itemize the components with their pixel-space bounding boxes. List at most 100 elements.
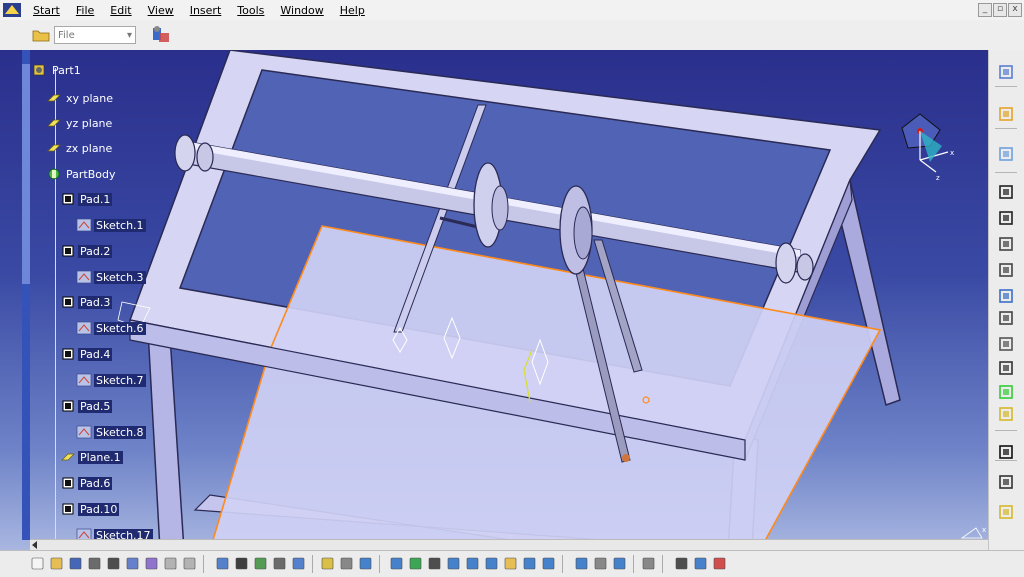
toolbar-separator — [203, 555, 204, 573]
zoom-in-icon[interactable] — [465, 556, 480, 571]
layer-icon[interactable] — [641, 556, 656, 571]
menu-window[interactable]: Window — [272, 4, 331, 17]
close-button[interactable]: x — [1008, 3, 1022, 17]
select-icon[interactable] — [997, 106, 1015, 122]
fly-mode-icon[interactable] — [389, 556, 404, 571]
swap-visible-icon[interactable] — [612, 556, 627, 571]
copy-icon[interactable] — [125, 556, 140, 571]
tree-node-pad-10[interactable]: Pad.10 — [60, 501, 120, 517]
open-icon[interactable] — [49, 556, 64, 571]
compass-icon[interactable]: x z — [890, 110, 960, 190]
save-icon[interactable] — [68, 556, 83, 571]
menu-tools[interactable]: Tools — [229, 4, 272, 17]
tree-node-plane-1[interactable]: Plane.1 — [60, 449, 123, 465]
tree-node-label: Plane.1 — [78, 450, 123, 464]
paste-icon[interactable] — [144, 556, 159, 571]
menu-help[interactable]: Help — [332, 4, 373, 17]
iso-view-icon[interactable] — [541, 556, 556, 571]
tree-node-label: Part1 — [52, 63, 81, 77]
tree-node-sketch-3[interactable]: Sketch.3 — [76, 269, 146, 285]
menu-insert[interactable]: Insert — [182, 4, 230, 17]
update-icon[interactable] — [358, 556, 373, 571]
shaft-icon[interactable] — [997, 236, 1015, 252]
tree-scrollbar[interactable] — [22, 50, 30, 540]
tree-node-sketch-8[interactable]: Sketch.8 — [76, 424, 146, 440]
parameters-icon[interactable] — [320, 556, 335, 571]
toolbar-separator — [662, 555, 663, 573]
tree-node-pad-3[interactable]: Pad.3 — [60, 294, 113, 310]
multi-view-icon[interactable] — [522, 556, 537, 571]
tree-node-sketch-6[interactable]: Sketch.6 — [76, 320, 146, 336]
pad-icon[interactable] — [997, 184, 1015, 200]
tree-node-xy-plane[interactable]: xy plane — [46, 90, 115, 106]
rib-icon[interactable] — [997, 310, 1015, 326]
new-icon[interactable] — [30, 556, 45, 571]
point-icon[interactable] — [997, 444, 1015, 460]
shading-icon[interactable] — [574, 556, 589, 571]
sketcher-icon[interactable] — [997, 64, 1015, 80]
workbench-toolbar: File ▾ — [0, 20, 1024, 51]
rotate-icon[interactable] — [446, 556, 461, 571]
tree-node-zx-plane[interactable]: zx plane — [46, 140, 114, 156]
plane-icon — [46, 91, 62, 105]
tree-node-yz-plane[interactable]: yz plane — [46, 115, 114, 131]
multi-pad-icon[interactable] — [997, 360, 1015, 376]
scroll-left-icon[interactable] — [32, 541, 37, 549]
table-icon[interactable] — [291, 556, 306, 571]
print-icon[interactable] — [87, 556, 102, 571]
minimize-button[interactable]: _ — [978, 3, 992, 17]
measure-icon[interactable] — [272, 556, 287, 571]
tree-node-sketch-7[interactable]: Sketch.7 — [76, 372, 146, 388]
hole-icon[interactable] — [997, 288, 1015, 304]
workbench-icon[interactable] — [150, 25, 172, 45]
fit-all-icon[interactable] — [408, 556, 423, 571]
apply-material-icon[interactable] — [339, 556, 354, 571]
tree-node-partbody[interactable]: PartBody — [46, 166, 117, 182]
line-icon[interactable] — [997, 474, 1015, 490]
menu-edit[interactable]: Edit — [102, 4, 139, 17]
scrollbar-thumb[interactable] — [22, 64, 30, 284]
zoom-out-icon[interactable] — [484, 556, 499, 571]
tree-node-pad-1[interactable]: Pad.1 — [60, 191, 113, 207]
toolbar-separator — [562, 555, 563, 573]
tree-node-part1[interactable]: Part1 — [32, 62, 83, 78]
tree-node-pad-2[interactable]: Pad.2 — [60, 243, 113, 259]
sketch-icon[interactable] — [997, 146, 1015, 162]
tree-node-pad-4[interactable]: Pad.4 — [60, 346, 113, 362]
plane-tool-icon[interactable] — [997, 504, 1015, 520]
restore-button[interactable]: ▫ — [993, 3, 1007, 17]
hide-show-icon[interactable] — [593, 556, 608, 571]
normal-view-icon[interactable] — [503, 556, 518, 571]
tree-node-label: Sketch.3 — [94, 270, 146, 284]
tree-node-label: Pad.2 — [78, 244, 113, 258]
slot-icon[interactable] — [997, 336, 1015, 352]
cut-icon[interactable] — [106, 556, 121, 571]
sketch-icon — [76, 425, 92, 439]
tree-node-sketch-1[interactable]: Sketch.1 — [76, 217, 146, 233]
analysis-icon[interactable] — [693, 556, 708, 571]
pad-icon — [60, 192, 76, 206]
tree-node-pad-6[interactable]: Pad.6 — [60, 475, 113, 491]
undo-icon[interactable] — [163, 556, 178, 571]
pan-icon[interactable] — [427, 556, 442, 571]
tree-node-label: Sketch.8 — [94, 425, 146, 439]
groove-icon[interactable] — [997, 262, 1015, 278]
redo-icon[interactable] — [182, 556, 197, 571]
knowledge-icon[interactable] — [253, 556, 268, 571]
formula-icon[interactable] — [234, 556, 249, 571]
sketch-icon — [76, 321, 92, 335]
menu-file[interactable]: File — [68, 4, 102, 17]
3d-viewport[interactable]: x z x Part1 xy plane yz plane zx plane PartB… — [0, 50, 988, 550]
catia-logo[interactable] — [712, 556, 727, 571]
loft-icon[interactable] — [997, 406, 1015, 422]
whats-this-icon[interactable] — [215, 556, 230, 571]
file-combo[interactable]: File ▾ — [54, 26, 136, 44]
snap-icon[interactable] — [674, 556, 689, 571]
menu-start[interactable]: Start — [25, 4, 68, 17]
menu-view[interactable]: View — [140, 4, 182, 17]
tree-node-pad-5[interactable]: Pad.5 — [60, 398, 113, 414]
folder-icon[interactable] — [32, 28, 50, 42]
pocket-icon[interactable] — [997, 210, 1015, 226]
stiffener-icon[interactable] — [997, 384, 1015, 400]
horizontal-scrollbar[interactable] — [30, 539, 988, 550]
